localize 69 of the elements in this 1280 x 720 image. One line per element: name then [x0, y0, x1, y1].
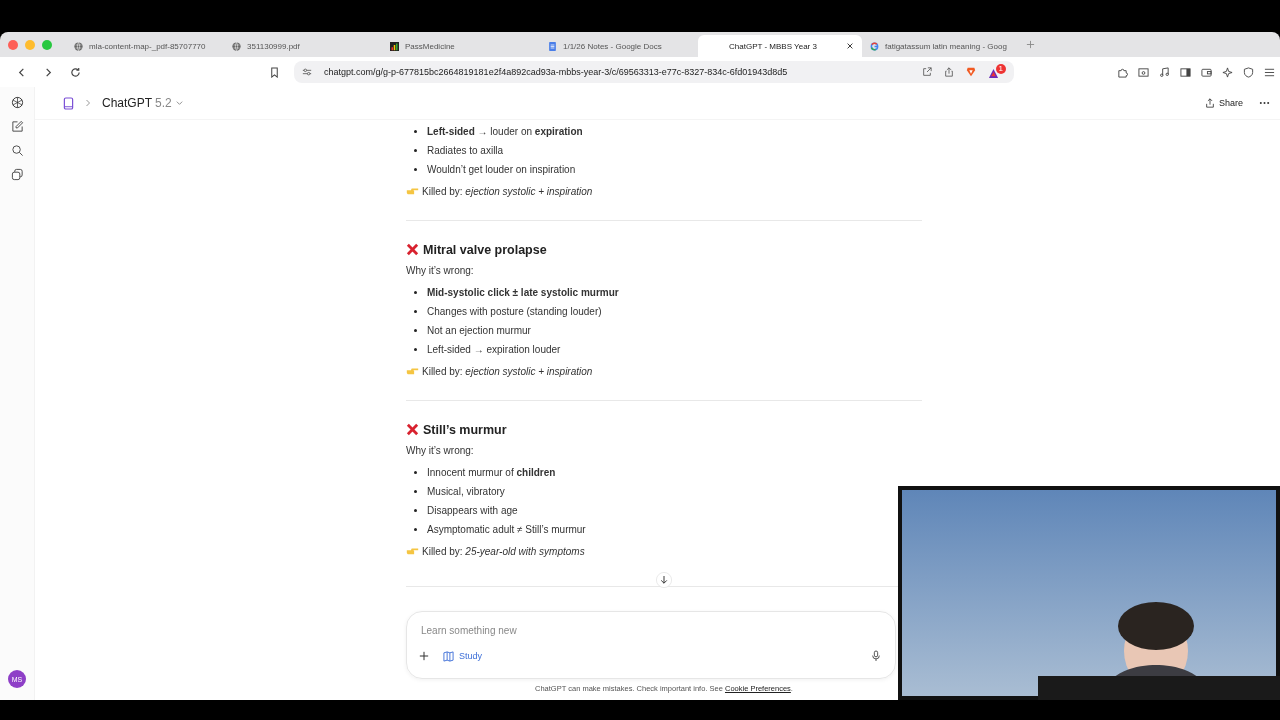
- extensions-icon[interactable]: [1117, 66, 1128, 78]
- globe-icon: [74, 41, 83, 51]
- share-icon[interactable]: [943, 67, 954, 77]
- bullet-item: Asymptomatic adult ≠ Still’s murmur: [406, 520, 586, 539]
- chevron-right-icon: [84, 98, 92, 108]
- browser-tab[interactable]: PassMedicine: [382, 35, 540, 57]
- reload-icon[interactable]: [70, 66, 81, 78]
- music-note-icon[interactable]: [1159, 66, 1170, 78]
- bullet-item: Mid-systolic click ± late systolic murmur: [406, 283, 619, 302]
- pointing-hand-icon: [406, 366, 419, 376]
- wallet-icon[interactable]: [1201, 66, 1212, 78]
- bullet-item: Disappears with age: [406, 501, 518, 520]
- notification-badge: 1: [995, 64, 1006, 74]
- google-icon: [870, 41, 879, 51]
- pointing-hand-icon: [406, 546, 419, 556]
- browser-tab[interactable]: 1/1/26 Notes - Google Docs: [540, 35, 698, 57]
- scroll-down-button[interactable]: [656, 572, 672, 588]
- bullet-item: Changes with posture (standing louder): [406, 302, 602, 321]
- forward-icon[interactable]: [43, 66, 54, 78]
- message-composer[interactable]: Learn something new Study: [406, 611, 896, 679]
- bullet-item: Not an ejection murmur: [406, 321, 531, 340]
- search-icon[interactable]: [10, 144, 24, 157]
- add-icon[interactable]: [419, 651, 429, 661]
- section-subtitle: Why it’s wrong:: [406, 445, 475, 458]
- reader-icon[interactable]: [1138, 66, 1149, 78]
- book-icon[interactable]: [63, 96, 74, 110]
- browser-tab[interactable]: fatigatassum latin meaning - Goog: [862, 35, 1020, 57]
- document-icon: [548, 41, 557, 51]
- menu-icon[interactable]: [1264, 66, 1275, 78]
- browser-tab[interactable]: ChatGPT - MBBS Year 3: [698, 35, 862, 57]
- bar-chart-icon: [390, 41, 399, 51]
- bullet-item: Innocent murmur of children: [406, 463, 556, 482]
- section-subtitle: Why it’s wrong:: [406, 265, 475, 278]
- new-chat-icon[interactable]: [10, 120, 24, 133]
- upload-icon: [1204, 98, 1215, 108]
- section-heading: Still’s murmur: [423, 422, 507, 437]
- globe-icon: [232, 41, 241, 51]
- microphone-icon[interactable]: [871, 650, 881, 662]
- sidebar-icon[interactable]: [1180, 66, 1191, 78]
- sparkle-icon[interactable]: [1222, 66, 1233, 78]
- cross-mark-icon: [406, 243, 419, 256]
- killed-by-text: Killed by: ejection systolic + inspiration: [422, 365, 593, 377]
- study-button[interactable]: Study: [443, 650, 482, 662]
- external-link-icon[interactable]: [921, 67, 932, 77]
- section-heading: Mitral valve prolapse: [423, 242, 547, 257]
- share-button[interactable]: Share: [1200, 98, 1247, 108]
- pointing-hand-icon: [406, 186, 419, 196]
- killed-by-text: Killed by: ejection systolic + inspiration: [422, 185, 593, 197]
- address-bar[interactable]: chatgpt.com/g/g-p-677815bc2664819181e2f4a892cad93a-mbbs-year-3/c/69563313-e77c-8327-834c-6fd01943d8d5 1: [294, 61, 1014, 83]
- browser-tab[interactable]: 351130999.pdf: [224, 35, 382, 57]
- bookmark-icon[interactable]: [269, 66, 280, 78]
- killed-by-text: Killed by: 25-year-old with symptoms: [422, 545, 585, 557]
- close-tab-icon[interactable]: [846, 42, 854, 50]
- chevron-down-icon: [174, 99, 184, 107]
- triangle-icon[interactable]: [987, 68, 999, 79]
- more-options-icon[interactable]: [1259, 101, 1270, 105]
- browser-tab[interactable]: mla-content-map-_pdf-85707770: [66, 35, 224, 57]
- vpn-shield-icon[interactable]: [1243, 66, 1254, 78]
- images-icon[interactable]: [10, 168, 24, 181]
- bullet-item: Left-sided → expiration louder: [406, 340, 561, 359]
- open-book-icon: [443, 650, 454, 662]
- bullet-item: Musical, vibratory: [406, 482, 505, 501]
- bullet-item: Wouldn’t get louder on inspiration: [406, 160, 576, 179]
- bullet-item: Radiates to axilla: [406, 141, 504, 160]
- cross-mark-icon: [406, 423, 419, 436]
- site-settings-icon[interactable]: [302, 67, 312, 77]
- back-icon[interactable]: [16, 66, 27, 78]
- bullet-item: Left-sided → louder on expiration: [406, 122, 583, 141]
- model-selector[interactable]: ChatGPT 5.2: [102, 96, 184, 110]
